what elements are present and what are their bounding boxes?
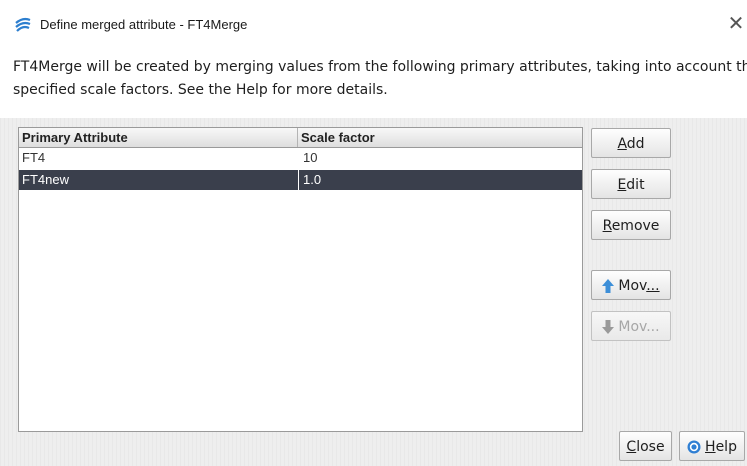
column-header-scale-factor[interactable]: Scale factor xyxy=(298,128,581,147)
description-text: FT4Merge will be created by merging valu… xyxy=(13,56,747,102)
cell-divider xyxy=(298,170,299,190)
arrow-up-icon xyxy=(602,279,615,293)
description-line-2: specified scale factors. See the Help fo… xyxy=(13,82,388,98)
description-line-1: FT4Merge will be created by merging valu… xyxy=(13,59,747,75)
window-title: Define merged attribute - FT4Merge xyxy=(40,17,248,32)
cell-scale-factor[interactable]: 10 xyxy=(303,148,317,168)
title-bar: Define merged attribute - FT4Merge ✕ xyxy=(0,0,747,50)
column-header-primary-attribute[interactable]: Primary Attribute xyxy=(19,128,298,147)
table-header: Primary Attribute Scale factor xyxy=(19,128,582,148)
attributes-table: Primary Attribute Scale factor FT4 10 FT… xyxy=(18,127,583,432)
help-icon xyxy=(687,440,701,454)
close-button[interactable]: Close xyxy=(619,431,672,461)
move-up-button[interactable]: Mov... xyxy=(591,270,671,300)
edit-button[interactable]: Edit xyxy=(591,169,671,199)
close-icon[interactable]: ✕ xyxy=(726,12,746,34)
cell-attribute: FT4 xyxy=(22,150,46,165)
add-button[interactable]: Add xyxy=(591,128,671,158)
app-logo-icon xyxy=(15,17,31,32)
table-row-selected[interactable]: FT4new 1.0 xyxy=(19,170,582,190)
help-button[interactable]: Help xyxy=(679,431,745,461)
move-down-button[interactable]: Mov... xyxy=(591,311,671,341)
cell-attribute: FT4new xyxy=(22,172,69,187)
table-row[interactable]: FT4 10 xyxy=(19,148,582,168)
arrow-down-icon xyxy=(602,320,615,334)
cell-scale-factor[interactable]: 1.0 xyxy=(303,170,321,190)
remove-button[interactable]: Remove xyxy=(591,210,671,240)
